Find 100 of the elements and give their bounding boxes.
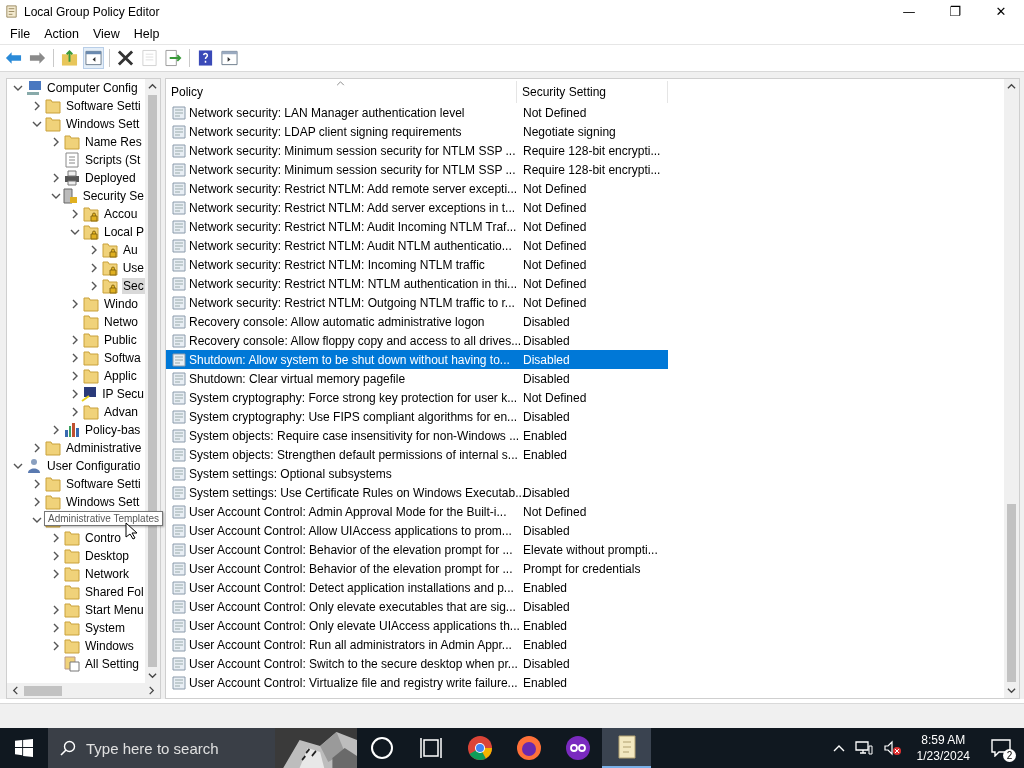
policy-row[interactable]: User Account Control: Admin Approval Mode for the Built-i... Not Defined bbox=[166, 502, 668, 521]
policy-row[interactable]: Network security: Minimum session security for NTLM SSP ... Require 128-bit encrypti... bbox=[166, 141, 668, 160]
policy-row[interactable]: Network security: Restrict NTLM: Incoming NTLM traffic Not Defined bbox=[166, 255, 668, 274]
tree-item[interactable]: Sec bbox=[122, 278, 145, 294]
policy-row[interactable]: Network security: Restrict NTLM: Outgoing NTLM traffic to r... Not Defined bbox=[166, 293, 668, 312]
tree-item[interactable]: User Configuratio bbox=[46, 458, 142, 474]
security-setting: Not Defined bbox=[523, 200, 588, 215]
security-setting: Not Defined bbox=[523, 238, 588, 253]
policy-row[interactable]: System settings: Optional subsystems bbox=[166, 464, 668, 483]
tree-item[interactable]: Shared Fol bbox=[84, 584, 145, 600]
policy-row[interactable]: System cryptography: Force strong key protection for user k... Not Defined bbox=[166, 388, 668, 407]
policy-row[interactable]: Network security: Restrict NTLM: NTLM authentication in thi... Not Defined bbox=[166, 274, 668, 293]
tree-item[interactable]: Softwa bbox=[103, 350, 142, 366]
security-setting: Prompt for credentials bbox=[523, 561, 642, 576]
security-setting: Not Defined bbox=[523, 390, 588, 405]
policy-row[interactable]: Recovery console: Allow floppy copy and access to all drives...Disabled bbox=[166, 331, 668, 350]
menu-item[interactable]: Action bbox=[37, 26, 86, 41]
tree-item[interactable]: Name Res bbox=[84, 134, 143, 150]
security-setting: Not Defined bbox=[523, 105, 588, 120]
policy-row[interactable]: User Account Control: Virtualize file and registry write failure... Enabled bbox=[166, 673, 668, 692]
policy-name: Network security: Restrict NTLM: Audit Incoming NTLM Traf... bbox=[189, 219, 518, 234]
column-header[interactable]: Policy bbox=[166, 81, 517, 103]
policy-name: Network security: LAN Manager authentication level bbox=[189, 105, 466, 120]
policy-row[interactable]: Network security: Minimum session security for NTLM SSP ... Require 128-bit encrypti... bbox=[166, 160, 668, 179]
security-setting: Not Defined bbox=[523, 276, 588, 291]
tree-item[interactable]: Policy-bas bbox=[84, 422, 142, 438]
tree-item[interactable]: Use bbox=[121, 260, 145, 276]
security-setting: Disabled bbox=[523, 409, 571, 424]
tree-item[interactable]: Accou bbox=[103, 206, 139, 222]
tree-item[interactable]: Software Setti bbox=[65, 476, 142, 492]
search-bar[interactable]: Type here to search bbox=[48, 728, 357, 768]
policy-row[interactable]: User Account Control: Behavior of the elevation prompt for ... Elevate without prompti... bbox=[166, 540, 668, 559]
tree-item[interactable]: Desktop bbox=[84, 548, 131, 564]
policy-row[interactable]: Recovery console: Allow automatic administrative logon Disabled bbox=[166, 312, 668, 331]
tree-item[interactable]: Local P bbox=[102, 224, 145, 240]
policy-row[interactable]: System objects: Require case insensitivity for non-Windows ... Enabled bbox=[166, 426, 668, 445]
menu-item[interactable]: File bbox=[3, 26, 38, 41]
security-setting: Enabled bbox=[523, 428, 569, 443]
tree-item[interactable]: Windo bbox=[103, 296, 139, 312]
menu-item[interactable]: Help bbox=[126, 26, 167, 41]
tree-item[interactable]: Scripts (St bbox=[84, 152, 142, 168]
tree-item[interactable]: Windows Sett bbox=[65, 116, 141, 132]
menu-item[interactable]: View bbox=[85, 26, 127, 41]
security-setting: Disabled bbox=[523, 656, 571, 671]
policy-row[interactable]: Shutdown: Clear virtual memory pagefile Disabled bbox=[166, 369, 668, 388]
tree-item[interactable]: Computer Config bbox=[46, 80, 139, 96]
security-setting: Enabled bbox=[523, 675, 569, 690]
policy-row[interactable]: User Account Control: Run all administrators in Admin Appr... Enabled bbox=[166, 635, 668, 654]
tree-item[interactable]: Advan bbox=[103, 404, 140, 420]
tree-item[interactable]: Public bbox=[103, 332, 138, 348]
tree-item[interactable]: All Setting bbox=[84, 656, 141, 672]
policy-row[interactable]: System cryptography: Use FIPS compliant algorithms for en... Disabled bbox=[166, 407, 668, 426]
security-setting: Not Defined bbox=[523, 504, 588, 519]
tree-item[interactable]: Au bbox=[122, 242, 139, 258]
tree-item[interactable]: Start Menu bbox=[84, 602, 145, 618]
notification-button[interactable]: 2 bbox=[986, 733, 1016, 763]
clock-date[interactable]: 1/23/2024 bbox=[916, 748, 970, 764]
policy-row[interactable]: User Account Control: Switch to the secure desktop when pr... Disabled bbox=[166, 654, 668, 673]
tree-item[interactable]: System bbox=[84, 620, 126, 636]
clock-time[interactable]: 8:59 AM bbox=[921, 732, 966, 748]
tree-item[interactable]: Windows bbox=[84, 638, 135, 654]
tree-item[interactable]: Applic bbox=[103, 368, 138, 384]
tree-item[interactable]: Software Setti bbox=[65, 98, 142, 114]
tree-item[interactable]: IP Secu bbox=[101, 386, 145, 402]
policy-row[interactable]: Network security: LDAP client signing requirements Negotiate signing bbox=[166, 122, 668, 141]
policy-row[interactable]: System objects: Strengthen default permissions of internal s... Enabled bbox=[166, 445, 668, 464]
close-button[interactable]: ✕ bbox=[978, 0, 1024, 23]
policy-name: Network security: Restrict NTLM: Add server exceptions in t... bbox=[189, 200, 517, 215]
security-setting: Not Defined bbox=[523, 181, 588, 196]
security-setting: Enabled bbox=[523, 637, 569, 652]
notification-count: 2 bbox=[1003, 749, 1016, 762]
tree-item[interactable]: Network bbox=[84, 566, 130, 582]
policy-row[interactable]: Network security: Restrict NTLM: Add remote server excepti... Not Defined bbox=[166, 179, 668, 198]
policy-row[interactable]: User Account Control: Behavior of the elevation prompt for ... Prompt for credentials bbox=[166, 559, 668, 578]
tree-item[interactable]: Security Se bbox=[81, 188, 145, 204]
tree-item[interactable]: Netwo bbox=[103, 314, 139, 330]
policy-row[interactable]: System settings: Use Certificate Rules on Windows Executab...Disabled bbox=[166, 483, 668, 502]
tree-item[interactable]: Administrative bbox=[65, 440, 143, 456]
window-title: Local Group Policy Editor bbox=[24, 4, 160, 19]
policy-name: System cryptography: Use FIPS compliant algorithms for en... bbox=[189, 409, 519, 424]
policy-row[interactable]: User Account Control: Only elevate executables that are sig... Disabled bbox=[166, 597, 668, 616]
policy-row[interactable]: Network security: Restrict NTLM: Audit Incoming NTLM Traf... Not Defined bbox=[166, 217, 668, 236]
tree-item[interactable]: Windows Sett bbox=[65, 494, 141, 510]
policy-name: Shutdown: Allow system to be shut down without having to... bbox=[189, 352, 511, 367]
policy-row[interactable]: Network security: Restrict NTLM: Add server exceptions in t... Not Defined bbox=[166, 198, 668, 217]
policy-row[interactable]: User Account Control: Only elevate UIAccess applications th... Enabled bbox=[166, 616, 668, 635]
policy-row[interactable]: User Account Control: Allow UIAccess applications to prom... Disabled bbox=[166, 521, 668, 540]
minimize-button[interactable]: — bbox=[886, 0, 932, 23]
policy-row[interactable]: Network security: Restrict NTLM: Audit NTLM authenticatio... Not Defined bbox=[166, 236, 668, 255]
maximize-button[interactable]: ❐ bbox=[932, 0, 978, 23]
security-setting: Enabled bbox=[523, 618, 569, 633]
tree-item[interactable]: Contro bbox=[84, 530, 123, 546]
policy-name: Network security: LDAP client signing requirements bbox=[189, 124, 463, 139]
policy-row[interactable]: Network security: LAN Manager authentication level Not Defined bbox=[166, 103, 668, 122]
column-header[interactable]: Security Setting bbox=[517, 81, 668, 103]
policy-row[interactable]: Shutdown: Allow system to be shut down without having to... Disabled bbox=[166, 350, 668, 369]
search-field[interactable]: Type here to search bbox=[86, 739, 246, 757]
policy-row[interactable]: User Account Control: Detect application installations and p... Enabled bbox=[166, 578, 668, 597]
security-setting: Enabled bbox=[523, 580, 569, 595]
tree-item[interactable]: Deployed bbox=[84, 170, 137, 186]
